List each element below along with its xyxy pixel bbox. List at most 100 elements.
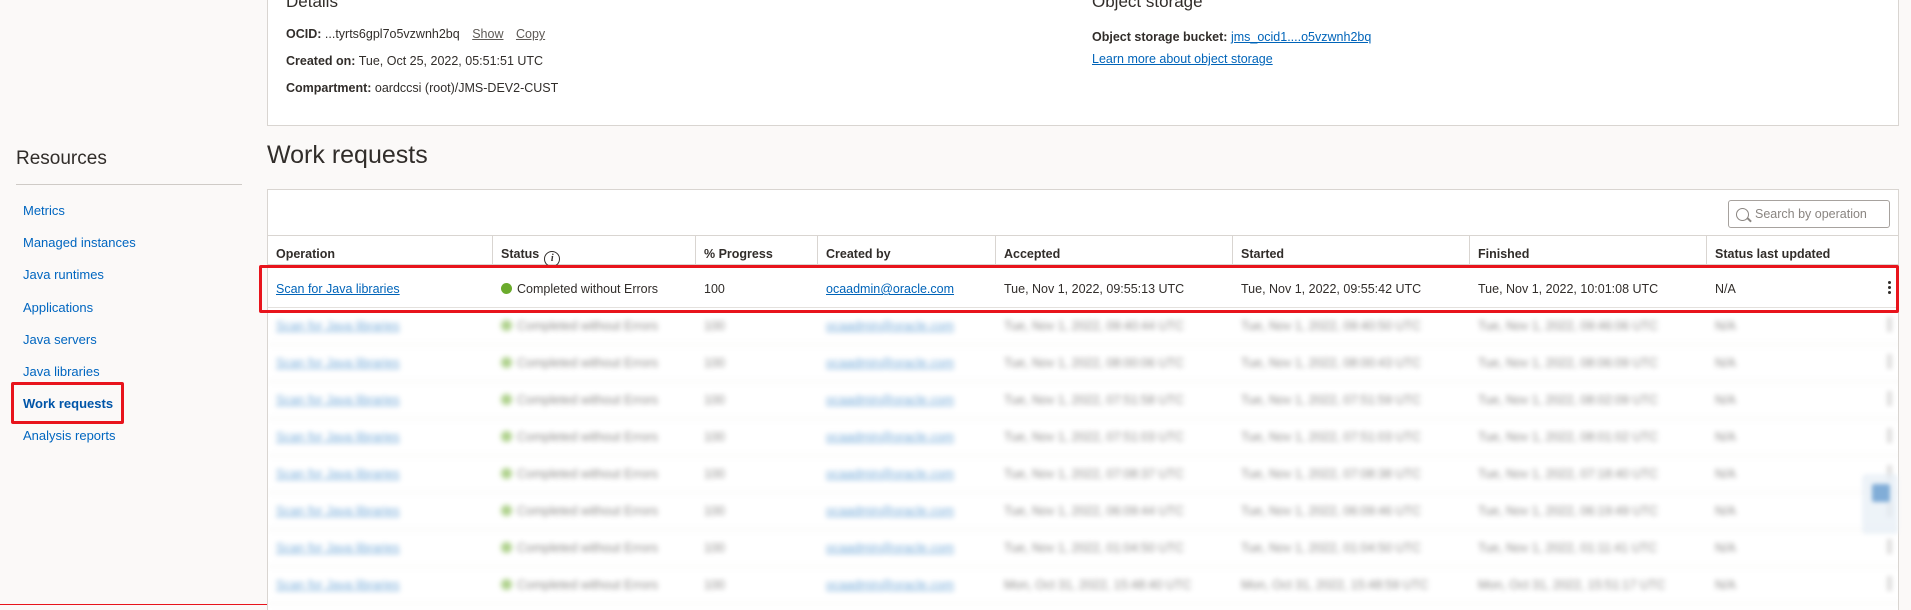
cell-finished: Tue, Nov 1, 2022, 07:18:40 UTC — [1470, 456, 1707, 492]
cell-text: Completed without Errors — [517, 356, 659, 370]
cell-created-by[interactable]: ocaadmin@oracle.com — [818, 308, 996, 344]
created-by-link[interactable]: ocaadmin@oracle.com — [826, 541, 954, 555]
created-by-link[interactable]: ocaadmin@oracle.com — [826, 356, 954, 370]
resource-link-analysis-reports[interactable]: Analysis reports — [23, 428, 115, 443]
kebab-menu-icon[interactable] — [1888, 577, 1892, 593]
cell-text: Tue, Nov 1, 2022, 07:08:37 UTC — [1004, 467, 1185, 481]
cell-operation[interactable]: Scan for Java libraries — [268, 567, 493, 603]
cell-started: Tue, Nov 1, 2022, 01:04:50 UTC — [1233, 530, 1470, 566]
operation-link[interactable]: Scan for Java libraries — [276, 578, 400, 592]
table-row[interactable]: Scan for Java libraries Completed without… — [268, 419, 1898, 456]
cell-operation[interactable]: Scan for Java libraries — [268, 493, 493, 529]
operation-link[interactable]: Scan for Java libraries — [276, 393, 400, 407]
kebab-menu-icon[interactable] — [1888, 392, 1892, 408]
cell-created-by[interactable]: ocaadmin@oracle.com — [818, 345, 996, 381]
table-row[interactable]: Scan for Java libraries Completed without… — [268, 308, 1898, 345]
column-header-progress[interactable]: % Progress — [696, 236, 818, 265]
table-row[interactable]: Scan for Java libraries Completed without… — [268, 382, 1898, 419]
table-row[interactable]: Scan for Java libraries Completed without… — [268, 530, 1898, 567]
resource-item-java-runtimes[interactable]: Java runtimes — [23, 264, 136, 296]
column-header-created-by[interactable]: Created by — [818, 236, 996, 265]
resource-item-analysis-reports[interactable]: Analysis reports — [23, 425, 136, 457]
kebab-menu-icon[interactable] — [1888, 355, 1892, 371]
table-row[interactable]: Scan for Java libraries Completed without… — [268, 345, 1898, 382]
created-by-link[interactable]: ocaadmin@oracle.com — [826, 578, 954, 592]
cell-finished: Tue, Nov 1, 2022, 06:19:49 UTC — [1470, 493, 1707, 529]
resource-link-java-libraries[interactable]: Java libraries — [23, 364, 100, 379]
cell-created-by[interactable]: ocaadmin@oracle.com — [818, 419, 996, 455]
cell-started: Tue, Nov 1, 2022, 08:00:43 UTC — [1233, 345, 1470, 381]
created-by-link[interactable]: ocaadmin@oracle.com — [826, 393, 954, 407]
cell-finished: Tue, Nov 1, 2022, 08:01:02 UTC — [1470, 419, 1707, 455]
ocid-show-link[interactable]: Show — [472, 27, 503, 41]
resource-item-managed-instances[interactable]: Managed instances — [23, 232, 136, 264]
cell-text: N/A — [1715, 393, 1736, 407]
created-by-link[interactable]: ocaadmin@oracle.com — [826, 430, 954, 444]
cell-accepted: Tue, Nov 1, 2022, 07:51:03 UTC — [996, 419, 1233, 455]
cell-finished: Mon, Oct 31, 2022, 15:51:17 UTC — [1470, 567, 1707, 603]
cell-operation[interactable]: Scan for Java libraries — [268, 419, 493, 455]
created-by-link[interactable]: ocaadmin@oracle.com — [826, 319, 954, 333]
cell-created-by[interactable]: ocaadmin@oracle.com — [818, 382, 996, 418]
cell-operation[interactable]: Scan for Java libraries — [268, 345, 493, 381]
operation-link[interactable]: Scan for Java libraries — [276, 541, 400, 555]
cell-status: Completed without Errors — [493, 530, 696, 566]
table-row[interactable]: Scan for Java libraries Completed without… — [268, 567, 1898, 604]
column-header-accepted[interactable]: Accepted — [996, 236, 1233, 265]
cell-operation[interactable]: Scan for Java libraries — [268, 382, 493, 418]
cell-created-by[interactable]: ocaadmin@oracle.com — [818, 493, 996, 529]
status-dot-icon — [501, 394, 512, 405]
column-header-operation[interactable]: Operation — [268, 236, 493, 265]
cell-text: Tue, Nov 1, 2022, 06:09:46 UTC — [1241, 504, 1422, 518]
bucket-link[interactable]: jms_ocid1....o5vzwnh2bq — [1231, 30, 1371, 44]
ocid-copy-link[interactable]: Copy — [516, 27, 545, 41]
cell-text: N/A — [1715, 356, 1736, 370]
cell-accepted: Tue, Nov 1, 2022, 09:40:44 UTC — [996, 308, 1233, 344]
resource-link-metrics[interactable]: Metrics — [23, 203, 65, 218]
cell-progress: 100 — [696, 382, 818, 418]
operation-link[interactable]: Scan for Java libraries — [276, 319, 400, 333]
resource-item-metrics[interactable]: Metrics — [23, 200, 136, 232]
resource-link-java-servers[interactable]: Java servers — [23, 332, 97, 347]
operation-link[interactable]: Scan for Java libraries — [276, 467, 400, 481]
operation-link[interactable]: Scan for Java libraries — [276, 356, 400, 370]
created-by-link[interactable]: ocaadmin@oracle.com — [826, 504, 954, 518]
cell-operation[interactable]: Scan for Java libraries — [268, 456, 493, 492]
operation-link[interactable]: Scan for Java libraries — [276, 430, 400, 444]
created-by-link[interactable]: ocaadmin@oracle.com — [826, 467, 954, 481]
cell-created-by[interactable]: ocaadmin@oracle.com — [818, 530, 996, 566]
cell-operation[interactable]: Scan for Java libraries — [268, 530, 493, 566]
column-header-status[interactable]: Status i — [493, 236, 696, 267]
resource-link-applications[interactable]: Applications — [23, 300, 93, 315]
table-row[interactable]: Scan for Java libraries Completed without… — [268, 493, 1898, 530]
cell-text: Tue, Nov 1, 2022, 07:51:59 UTC — [1241, 393, 1422, 407]
cell-updated: N/A — [1707, 567, 1877, 603]
cell-text: Completed without Errors — [517, 467, 659, 481]
cell-operation[interactable]: Scan for Java libraries — [268, 308, 493, 344]
column-header-started[interactable]: Started — [1233, 236, 1470, 265]
cell-created-by[interactable]: ocaadmin@oracle.com — [818, 456, 996, 492]
work-requests-table: Operation Statusi % Progress Created by … — [267, 189, 1899, 610]
learn-more-object-storage-link[interactable]: Learn more about object storage — [1092, 52, 1273, 66]
cell-progress: 100 — [696, 530, 818, 566]
kebab-menu-icon[interactable] — [1888, 318, 1892, 334]
resource-item-applications[interactable]: Applications — [23, 297, 136, 329]
resource-link-java-runtimes[interactable]: Java runtimes — [23, 267, 104, 282]
search-input[interactable] — [1755, 205, 1885, 223]
resource-link-managed-instances[interactable]: Managed instances — [23, 235, 136, 250]
help-widget-icon[interactable] — [1862, 474, 1898, 534]
cell-finished: Tue, Nov 1, 2022, 01:11:41 UTC — [1470, 530, 1707, 566]
cell-text: 100 — [704, 319, 725, 333]
operation-link[interactable]: Scan for Java libraries — [276, 504, 400, 518]
table-row[interactable]: Scan for Java libraries Completed without… — [268, 456, 1898, 493]
column-header-finished[interactable]: Finished — [1470, 236, 1707, 265]
search-box[interactable] — [1728, 200, 1890, 228]
cell-created-by[interactable]: ocaadmin@oracle.com — [818, 567, 996, 603]
kebab-menu-icon[interactable] — [1888, 540, 1892, 556]
cell-started: Tue, Nov 1, 2022, 09:40:50 UTC — [1233, 308, 1470, 344]
kebab-menu-icon[interactable] — [1888, 429, 1892, 445]
resource-item-java-servers[interactable]: Java servers — [23, 329, 136, 361]
ocid-row: OCID: ...tyrts6gpl7o5vzwnh2bq Show Copy — [286, 27, 545, 41]
column-header-status-last-updated[interactable]: Status last updated — [1707, 236, 1898, 265]
table-header: Operation Status i % Progress Created by … — [268, 235, 1898, 267]
